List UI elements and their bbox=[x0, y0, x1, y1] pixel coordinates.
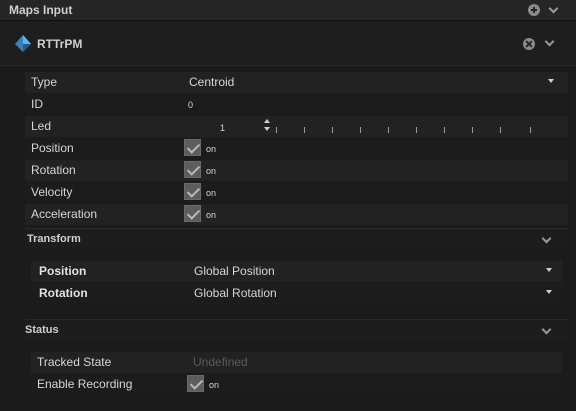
led-label: Led bbox=[31, 119, 52, 133]
velocity-state: on bbox=[206, 188, 217, 198]
acceleration-state: on bbox=[206, 210, 217, 220]
enable-recording-label: Enable Recording bbox=[37, 377, 133, 391]
slider-tick bbox=[332, 127, 333, 133]
transform-rotation-dropdown[interactable]: Global Rotation bbox=[194, 286, 277, 300]
slider-tick bbox=[472, 127, 473, 133]
tracked-state-value: Undefined bbox=[193, 355, 248, 369]
panel-title: Maps Input bbox=[9, 3, 73, 17]
rotation-row bbox=[25, 160, 568, 181]
id-label: ID bbox=[31, 97, 43, 111]
spin-up-icon[interactable] bbox=[264, 119, 270, 123]
acceleration-checkbox[interactable] bbox=[184, 205, 201, 222]
device-header bbox=[0, 22, 576, 66]
status-title: Status bbox=[25, 324, 59, 336]
slider-tick bbox=[388, 127, 389, 133]
transform-position-label: Position bbox=[39, 264, 87, 278]
slider-tick bbox=[276, 127, 277, 133]
transform-rotation-row bbox=[31, 283, 562, 304]
dropdown-arrow-icon[interactable] bbox=[548, 79, 554, 83]
rotation-state: on bbox=[206, 166, 217, 176]
spin-down-icon[interactable] bbox=[264, 127, 270, 131]
position-label: Position bbox=[31, 141, 74, 155]
device-name: RTTrPM bbox=[37, 37, 83, 51]
transform-title: Transform bbox=[27, 233, 81, 245]
close-circle-icon[interactable] bbox=[523, 38, 535, 50]
position-checkbox[interactable] bbox=[184, 139, 201, 156]
rttrpm-device-icon bbox=[15, 35, 31, 52]
plus-circle-icon[interactable] bbox=[528, 4, 540, 16]
led-value[interactable]: 1 bbox=[220, 123, 225, 133]
slider-tick bbox=[444, 127, 445, 133]
id-row bbox=[25, 94, 568, 115]
enable-recording-state: on bbox=[209, 380, 220, 390]
acceleration-row bbox=[25, 204, 568, 225]
status-section-header[interactable] bbox=[25, 319, 568, 341]
rotation-checkbox[interactable] bbox=[184, 161, 201, 178]
slider-tick bbox=[304, 127, 305, 133]
rotation-label: Rotation bbox=[31, 163, 76, 177]
transform-position-row bbox=[31, 261, 562, 282]
transform-position-dropdown[interactable]: Global Position bbox=[194, 264, 275, 278]
dropdown-arrow-icon[interactable] bbox=[546, 268, 552, 272]
position-row bbox=[25, 138, 568, 159]
velocity-label: Velocity bbox=[31, 185, 73, 199]
transform-rotation-label: Rotation bbox=[39, 286, 88, 300]
velocity-checkbox[interactable] bbox=[184, 183, 201, 200]
slider-tick bbox=[530, 127, 531, 133]
type-dropdown[interactable]: Centroid bbox=[189, 75, 234, 89]
type-row bbox=[25, 72, 568, 93]
id-field[interactable]: 0 bbox=[188, 100, 193, 110]
slider-tick bbox=[416, 127, 417, 133]
slider-tick bbox=[500, 127, 501, 133]
velocity-row bbox=[25, 182, 568, 203]
led-row bbox=[25, 116, 568, 137]
panel-header bbox=[0, 0, 576, 21]
acceleration-label: Acceleration bbox=[31, 207, 98, 221]
type-label: Type bbox=[31, 75, 58, 89]
position-state: on bbox=[206, 144, 217, 154]
transform-section-header[interactable] bbox=[25, 228, 568, 250]
enable-recording-checkbox[interactable] bbox=[187, 375, 204, 392]
slider-tick bbox=[360, 127, 361, 133]
tracked-state-label: Tracked State bbox=[37, 355, 112, 369]
dropdown-arrow-icon[interactable] bbox=[546, 290, 552, 294]
